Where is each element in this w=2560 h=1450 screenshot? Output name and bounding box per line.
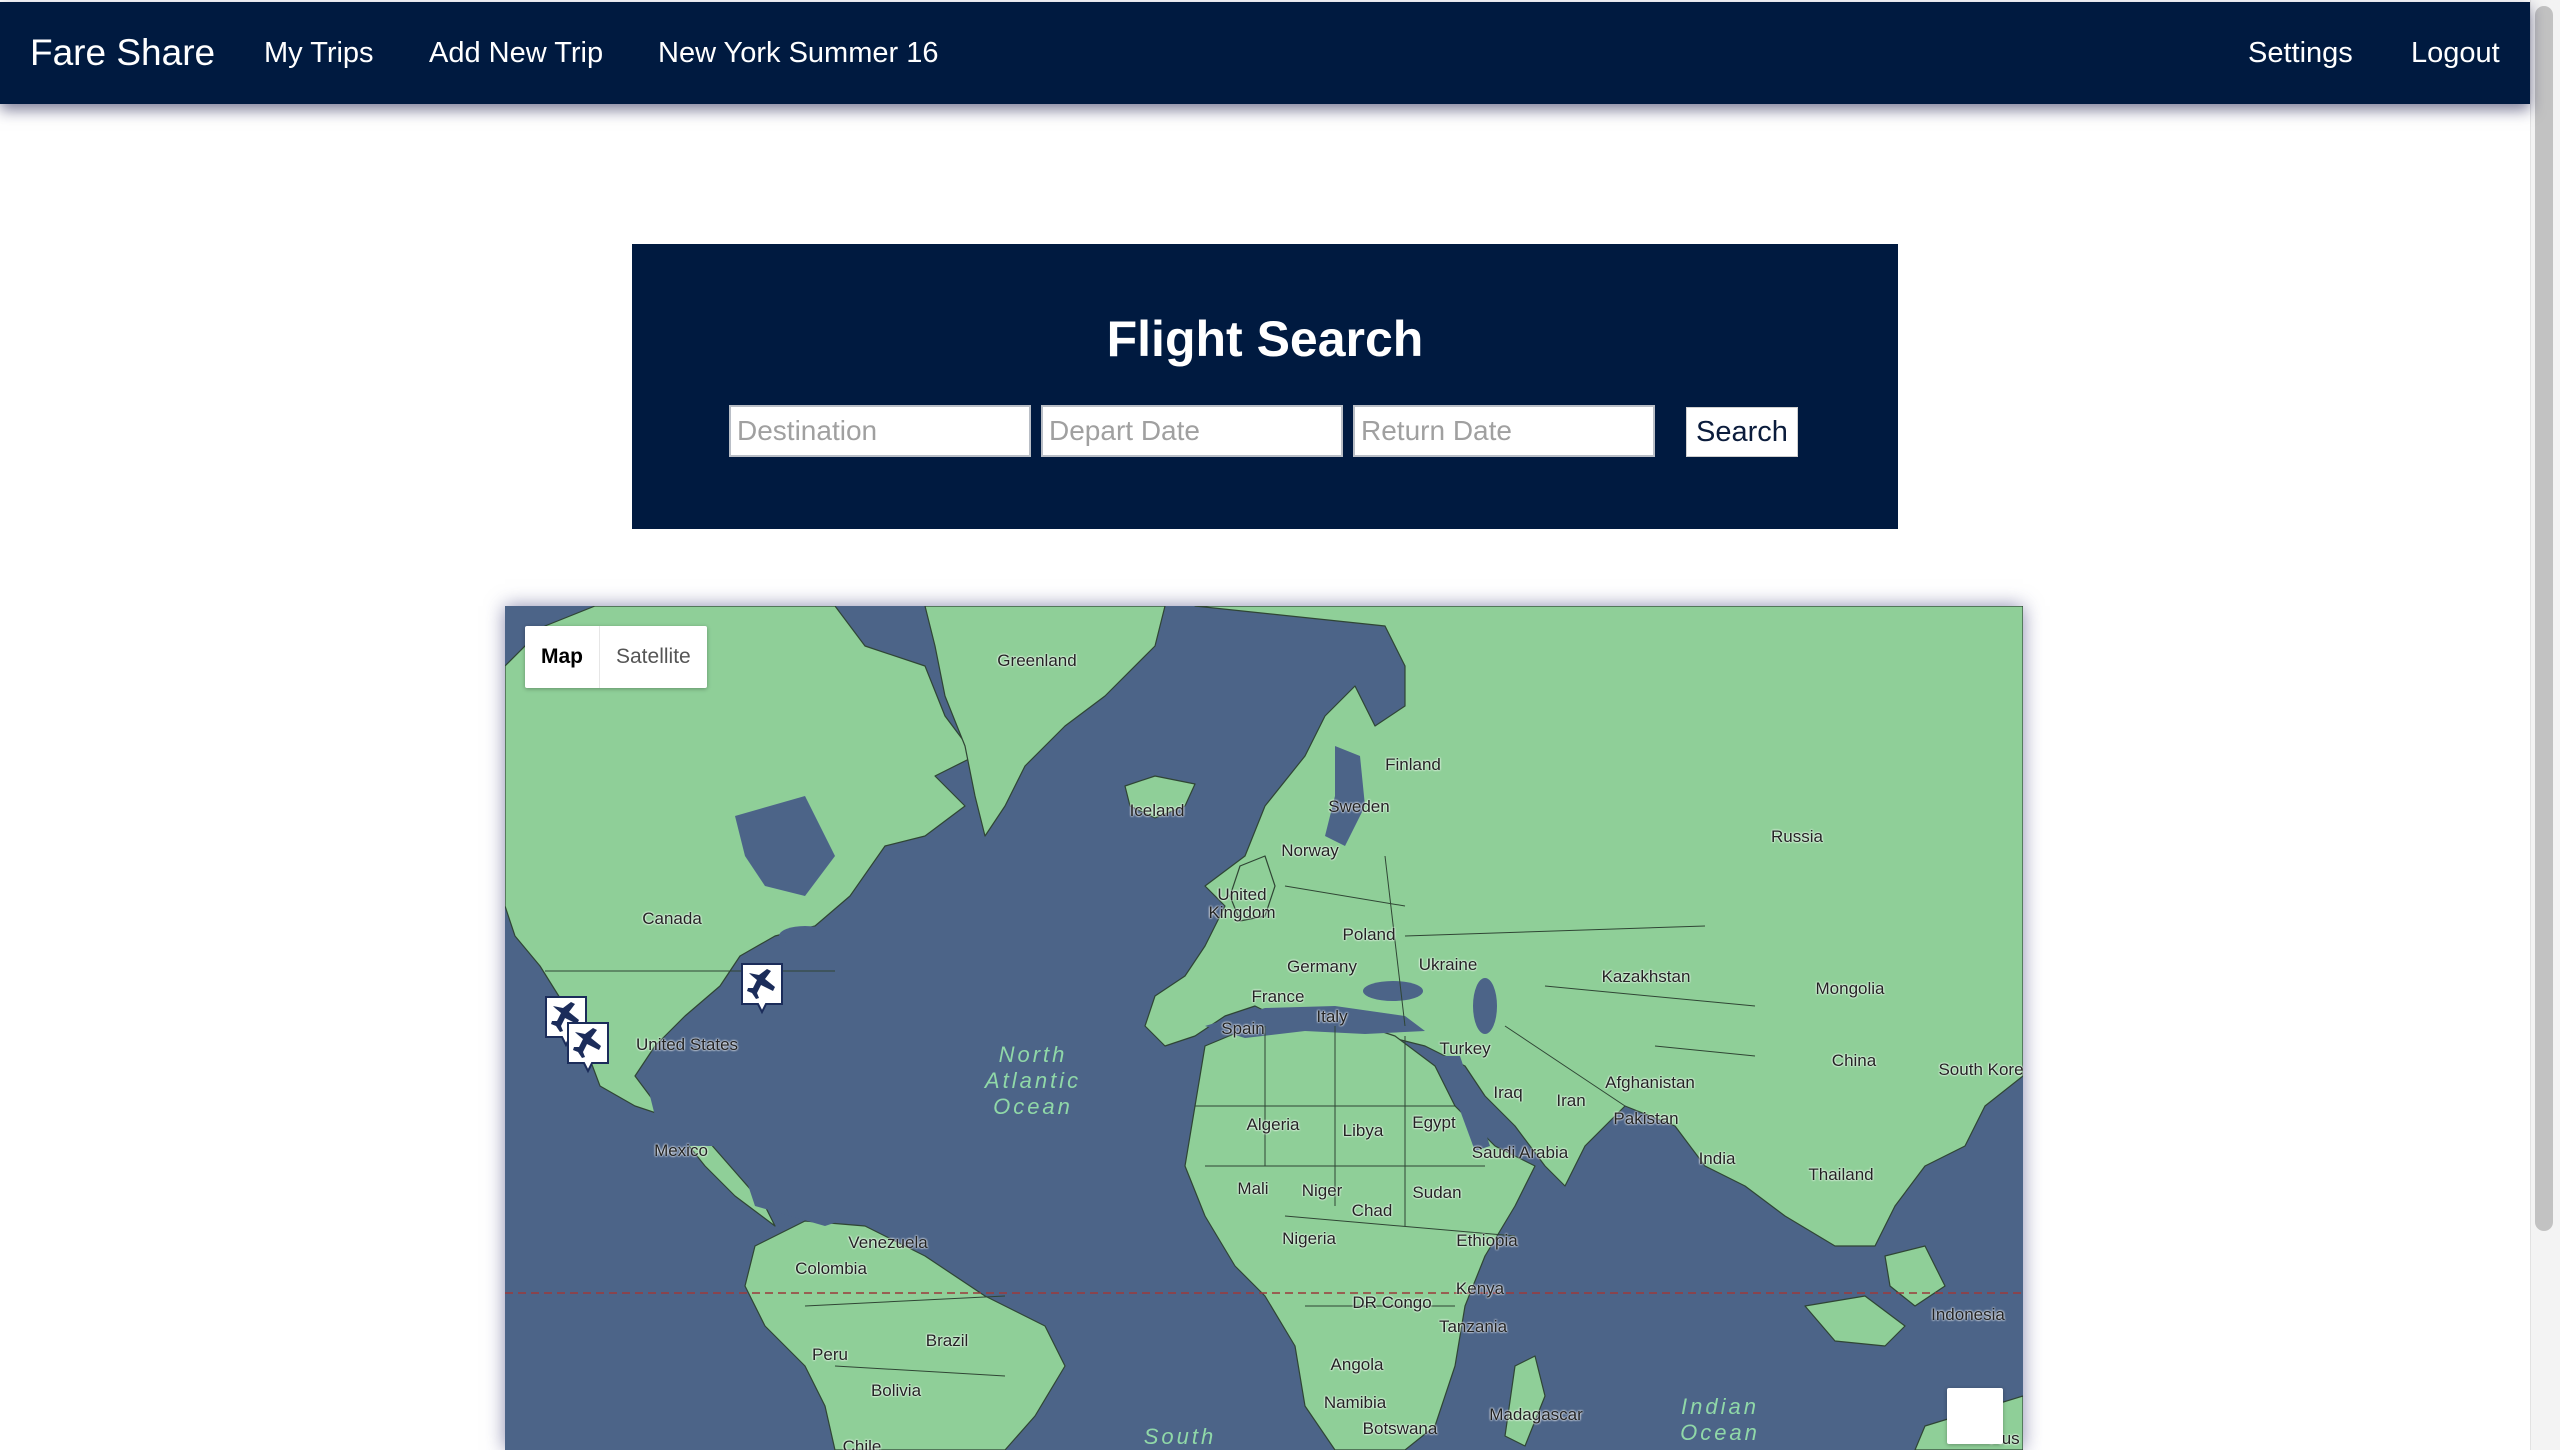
country-label: Ethiopia [1456,1231,1518,1250]
airplane-icon [567,1022,609,1074]
country-label: South Kore [1938,1060,2023,1079]
country-label: Finland [1385,755,1441,774]
country-label: Thailand [1808,1165,1874,1184]
country-label: Mexico [654,1141,708,1160]
country-label: Brazil [925,1331,969,1350]
country-label: Kenya [1455,1279,1505,1298]
country-label: Iceland [1129,801,1185,820]
borneo-landmass [1884,1245,1946,1307]
country-label: Greenland [997,651,1077,670]
country-label: Algeria [1246,1115,1300,1134]
destination-input[interactable] [729,405,1031,457]
ocean-label: South [1143,1424,1217,1449]
ocean-label: Indian Ocean [1680,1394,1760,1445]
country-label: Colombia [795,1259,867,1278]
street-view-icon[interactable] [1947,1388,2003,1444]
nav-settings[interactable]: Settings [2248,2,2353,104]
country-label: United States [635,1035,739,1054]
nav-my-trips[interactable]: My Trips [264,2,374,104]
plane-marker[interactable] [565,1020,611,1074]
country-label: Sweden [1328,797,1390,816]
airplane-icon [741,963,783,1015]
country-label: Libya [1342,1121,1384,1140]
country-label: France [1251,987,1305,1006]
depart-date-input[interactable] [1041,405,1343,457]
country-label: Venezuela [848,1233,928,1252]
search-button[interactable]: Search [1686,407,1798,457]
country-label: United Kingdom [1208,885,1276,922]
country-label: Bolivia [870,1381,922,1400]
country-label: Poland [1342,925,1396,944]
country-label: Italy [1316,1007,1348,1026]
plane-marker[interactable] [739,961,785,1015]
country-label: Russia [1771,827,1823,846]
country-label: Turkey [1439,1039,1491,1058]
page-scrollbar-thumb[interactable] [2535,6,2553,1231]
country-label: Niger [1301,1181,1343,1200]
country-label: Norway [1281,841,1339,860]
map-type-control: Map Satellite [525,626,707,688]
ocean-label: North Atlantic Ocean [984,1042,1082,1119]
indonesia-landmass [1804,1295,1906,1347]
nav-logout[interactable]: Logout [2411,2,2500,104]
country-label: Madagascar [1489,1405,1583,1424]
country-label: Pakistan [1613,1109,1679,1128]
country-label: Ukraine [1418,955,1478,974]
country-label: Spain [1221,1019,1265,1038]
country-label: China [1831,1051,1877,1070]
country-label: Indonesia [1931,1305,2005,1324]
world-map[interactable]: Map Satellite Greenland Iceland Finland … [505,606,2023,1450]
country-label: Iran [1556,1091,1586,1110]
map-type-map-button[interactable]: Map [525,626,600,688]
country-label: Namibia [1323,1393,1387,1412]
map-type-satellite-button[interactable]: Satellite [600,626,707,688]
country-label: DR Congo [1352,1293,1432,1312]
country-label: Chad [1351,1201,1393,1220]
country-label: Nigeria [1282,1229,1336,1248]
country-label: Iraq [1493,1083,1523,1102]
nav-add-new-trip[interactable]: Add New Trip [429,2,603,104]
flight-search-panel: Flight Search Search [632,244,1898,529]
country-label: Sudan [1412,1183,1462,1202]
nav-current-trip[interactable]: New York Summer 16 [658,2,938,104]
country-label: Botswana [1362,1419,1438,1438]
brand-link[interactable]: Fare Share [30,2,215,104]
country-label: Kazakhstan [1601,967,1691,986]
madagascar-landmass [1504,1355,1546,1447]
south-america-landmass [744,1220,1066,1450]
country-label: India [1698,1149,1736,1168]
country-label: Chile [842,1437,882,1450]
flight-search-title: Flight Search [1106,311,1424,367]
country-label: Mongolia [1815,979,1885,998]
country-label: Mali [1237,1179,1269,1198]
country-label: Peru [812,1345,848,1364]
country-label: Germany [1287,957,1357,976]
country-label: Afghanistan [1605,1073,1695,1092]
top-navbar: Fare Share My Trips Add New Trip New Yor… [0,2,2530,104]
country-label: Egypt [1412,1113,1456,1132]
country-label: Saudi Arabia [1471,1143,1569,1162]
country-label: Canada [642,909,702,928]
country-label: Tanzania [1438,1317,1508,1336]
return-date-input[interactable] [1353,405,1655,457]
country-label: Angola [1330,1355,1384,1374]
